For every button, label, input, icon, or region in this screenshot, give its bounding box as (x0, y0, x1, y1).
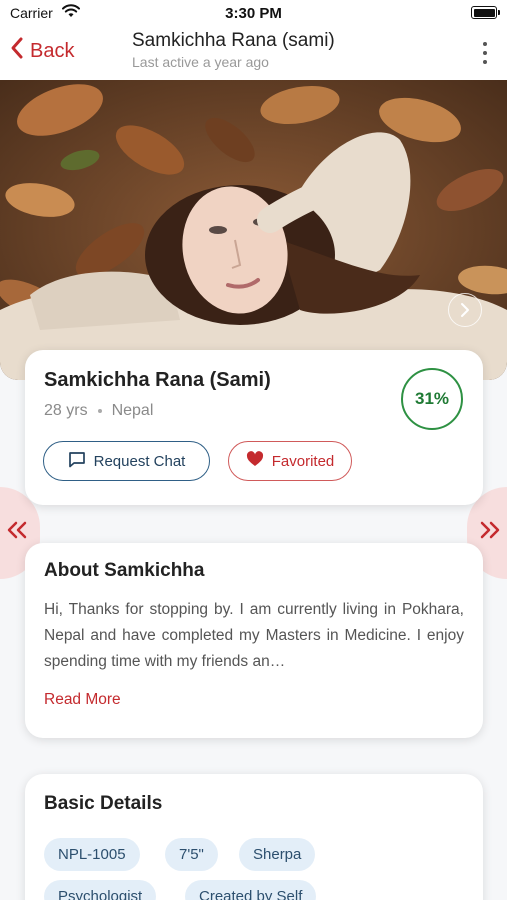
double-chevron-left-icon (6, 519, 28, 547)
request-chat-button[interactable]: Request Chat (43, 441, 210, 481)
detail-chip-profession: Psychologist (44, 880, 157, 900)
status-bar: Carrier 3:30 PM (0, 0, 507, 28)
match-percentage-badge: 31% (401, 368, 463, 430)
heart-icon (246, 451, 272, 471)
match-percentage: 31% (414, 389, 450, 408)
basic-details-card: Basic Details NPL-1005 7'5" Sherpa Psych… (25, 774, 483, 900)
battery-icon (471, 6, 500, 19)
detail-chip-community: Sherpa (239, 838, 316, 871)
back-button[interactable]: Back (10, 36, 74, 66)
profile-meta: 28 yrs Nepal (44, 402, 153, 420)
profile-age: 28 yrs (44, 402, 88, 419)
profile-photo[interactable] (0, 80, 507, 380)
detail-chip-id: NPL-1005 (44, 838, 140, 871)
double-chevron-right-icon (479, 519, 501, 547)
about-title: About Samkichha (44, 560, 205, 581)
chevron-right-circle-icon[interactable] (448, 293, 482, 327)
back-label: Back (30, 39, 75, 62)
navigation-bar: Back Samkichha Rana (sami) Last active a… (0, 28, 507, 80)
request-chat-label: Request Chat (93, 452, 186, 470)
basic-details-title: Basic Details (44, 793, 163, 814)
detail-chip-created-by: Created by Self (185, 880, 317, 900)
chevron-left-icon (10, 36, 30, 66)
separator-dot (97, 409, 102, 413)
clock-time: 3:30 PM (225, 5, 282, 22)
profile-name: Samkichha Rana (Sami) (44, 369, 271, 391)
about-card: About Samkichha Hi, Thanks for stopping … (25, 543, 483, 738)
about-text: Hi, Thanks for stopping by. I am current… (44, 601, 464, 670)
profile-country: Nepal (111, 402, 154, 419)
profile-summary-card: Samkichha Rana (Sami) 28 yrs Nepal 31% R… (25, 350, 483, 505)
more-vertical-icon[interactable] (481, 42, 489, 64)
favorited-label: Favorited (271, 452, 335, 470)
detail-chip-height: 7'5" (165, 838, 218, 871)
page-title: Samkichha Rana (sami) (132, 30, 335, 51)
read-more-link[interactable]: Read More (44, 691, 121, 709)
chat-bubble-icon (68, 451, 94, 472)
last-active-text: Last active a year ago (132, 54, 269, 70)
favorited-button[interactable]: Favorited (228, 441, 352, 481)
